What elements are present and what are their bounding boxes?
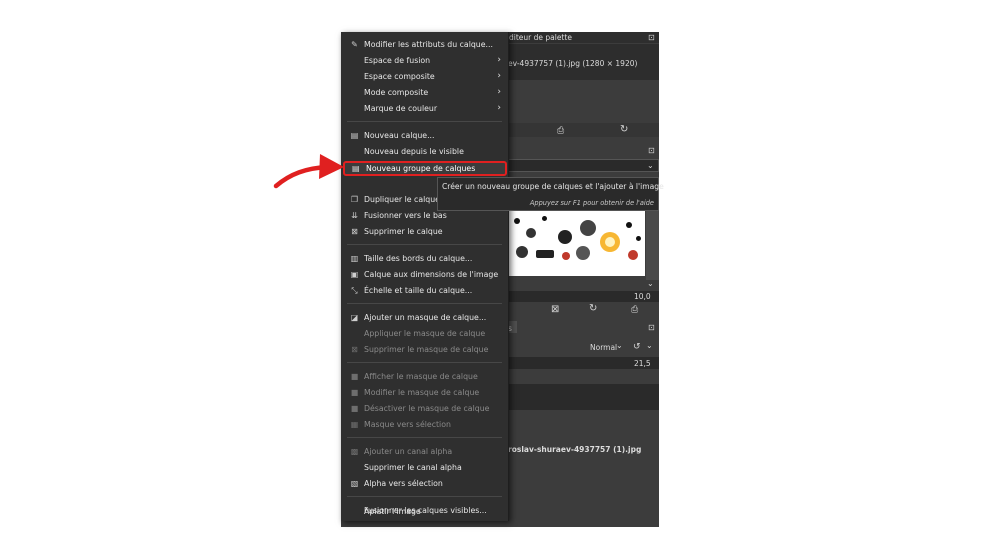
merge-down-icon: ⇊: [351, 211, 358, 220]
scale-icon: ⤡: [351, 286, 358, 295]
menu-item-composite-space[interactable]: Espace composite ›: [341, 69, 508, 85]
layer-mode-select[interactable]: Normal: [590, 343, 617, 352]
image-name-label: ev-4937757 (1).jpg (1280 × 1920): [508, 59, 638, 68]
palette-editor-tab[interactable]: diteur de palette: [509, 33, 572, 42]
chevron-down-icon-4[interactable]: ⌄: [646, 341, 653, 351]
menu-item-delete-mask: ⊠ Supprimer le masque de calque: [351, 345, 489, 354]
menu-separator: [347, 303, 502, 304]
spin-value-1: 10,0: [634, 292, 651, 301]
delete-icon: ⊠: [351, 227, 358, 236]
menu-item-new-from-visible[interactable]: Nouveau depuis le visible: [341, 144, 508, 160]
brush-thumbnail-grid[interactable]: [508, 210, 645, 276]
menu-item-new-layer-group[interactable]: ▤ Nouveau groupe de calques: [343, 161, 507, 176]
panel-menu-icon-3[interactable]: ⊡: [648, 323, 655, 333]
layer-to-image-icon: ▣: [350, 270, 359, 279]
tooltip-hint: Appuyez sur F1 pour obtenir de l'aide: [529, 199, 654, 207]
menu-item-color-tag[interactable]: Marque de couleur ›: [341, 101, 508, 117]
menu-item-show-mask: ■ Afficher le masque de calque: [350, 372, 478, 381]
boundary-size-icon: ▥: [350, 254, 359, 263]
menu-item-mask-to-selection: ▦ Masque vers sélection: [350, 420, 451, 429]
panel-menu-icon-2[interactable]: ⊡: [648, 146, 655, 156]
spin-value-2: 21,5: [634, 359, 651, 368]
menu-item-edit-attributes[interactable]: ✎ Modifier les attributs du calque...: [341, 37, 508, 53]
layer-context-menu: ✎ Modifier les attributs du calque... Esp…: [341, 32, 509, 521]
menu-item-add-alpha: ▩ Ajouter un canal alpha: [350, 447, 453, 456]
vertical-scrollbar[interactable]: [646, 210, 659, 280]
tooltip: Créer un nouveau groupe de calques et l'…: [437, 177, 664, 211]
image-toolbar: [507, 123, 659, 137]
add-mask-icon: ◪: [350, 313, 359, 322]
checkbox-icon: ■: [350, 404, 359, 413]
panel-menu-icon[interactable]: ⊡: [648, 33, 655, 43]
export-icon[interactable]: ⎙: [631, 305, 638, 315]
layer-group-icon: ▤: [352, 164, 360, 173]
menu-item-composite-mode[interactable]: Mode composite ›: [341, 85, 508, 101]
brush-dropdown[interactable]: [507, 159, 659, 172]
duplicate-icon: ❐: [350, 195, 359, 204]
mask-selection-icon: ▦: [350, 420, 359, 429]
checkbox-icon: ■: [350, 372, 359, 381]
refresh-icon[interactable]: ↻: [620, 125, 628, 135]
menu-item-edit-mask: ■ Modifier le masque de calque: [350, 388, 480, 397]
checkbox-icon: ■: [350, 388, 359, 397]
delete-icon: ⊠: [351, 345, 358, 354]
layer-row-dark[interactable]: [507, 384, 659, 410]
tooltip-text: Créer un nouveau groupe de calques et l'…: [442, 182, 664, 191]
red-arrow-annotation: [273, 154, 344, 189]
menu-item-layer-to-image-size[interactable]: ▣ Calque aux dimensions de l'image: [341, 267, 508, 283]
chevron-down-icon[interactable]: ⌄: [647, 161, 654, 171]
layer-file-name: roslav-shuraev-4937757 (1).jpg: [508, 445, 642, 454]
menu-item-add-mask[interactable]: ◪ Ajouter un masque de calque...: [341, 310, 508, 326]
chevron-down-icon-2[interactable]: ⌄: [647, 279, 654, 289]
chevron-right-icon: ›: [497, 55, 501, 65]
menu-item-alpha-to-selection[interactable]: ▧ Alpha vers sélection: [341, 476, 508, 492]
alpha-selection-icon: ▧: [350, 479, 359, 488]
menu-item-delete-layer[interactable]: ⊠ Supprimer le calque: [341, 224, 508, 240]
chevron-right-icon: ›: [497, 103, 501, 113]
print-icon[interactable]: ⎙: [557, 126, 564, 136]
menu-separator: [347, 437, 502, 438]
close-icon[interactable]: ⊠: [551, 305, 559, 315]
edit-icon: ✎: [351, 40, 358, 49]
chevron-right-icon: ›: [497, 87, 501, 97]
reset-icon[interactable]: ↺: [633, 342, 641, 352]
new-layer-icon: ▤: [350, 131, 359, 140]
menu-item-apply-mask: Appliquer le masque de calque: [364, 329, 486, 338]
chevron-right-icon: ›: [497, 71, 501, 81]
menu-item-blend-space[interactable]: Espace de fusion ›: [341, 53, 508, 69]
menu-separator: [347, 121, 502, 122]
chevron-down-icon-3[interactable]: ⌄: [616, 341, 623, 351]
menu-item-flatten-image[interactable]: Aplatir l'image: [341, 504, 508, 520]
menu-item-new-layer[interactable]: ▤ Nouveau calque...: [341, 128, 508, 144]
menu-item-boundary-size[interactable]: ▥ Taille des bords du calque...: [341, 251, 508, 267]
menu-item-scale-layer[interactable]: ⤡ Échelle et taille du calque...: [341, 283, 508, 299]
menu-separator: [347, 244, 502, 245]
alpha-icon: ▩: [350, 447, 359, 456]
menu-separator: [347, 496, 502, 497]
refresh-icon-2[interactable]: ↻: [589, 304, 597, 314]
menu-separator: [347, 362, 502, 363]
menu-item-disable-mask: ■ Désactiver le masque de calque: [350, 404, 490, 413]
menu-item-remove-alpha[interactable]: Supprimer le canal alpha: [341, 460, 508, 476]
